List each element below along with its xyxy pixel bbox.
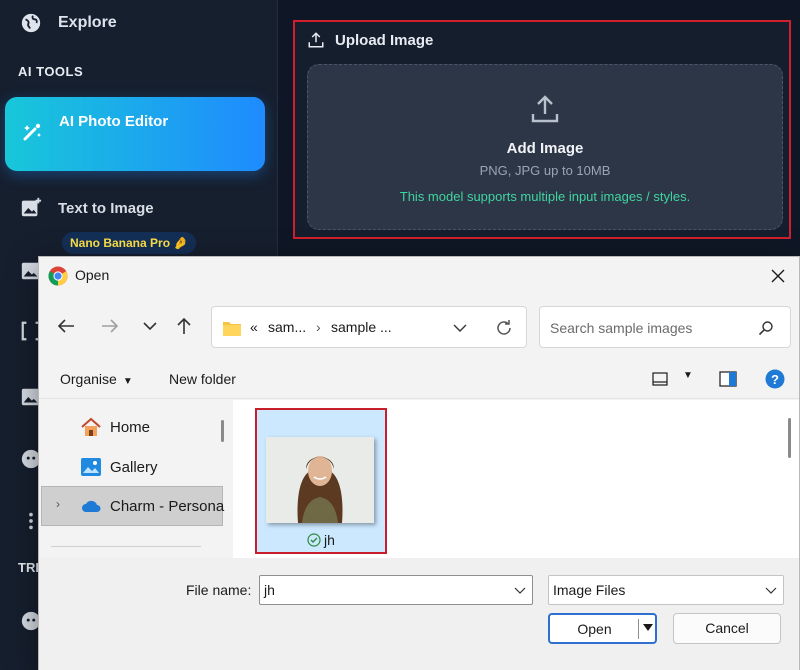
chevron-down-icon[interactable] [514, 584, 526, 596]
file-name: jh [324, 532, 335, 548]
address-segment[interactable]: sam... [268, 319, 306, 335]
cloud-icon [82, 500, 101, 512]
search-icon [758, 321, 773, 336]
nav-item-home[interactable]: Home [80, 416, 150, 438]
address-segment[interactable]: sample ... [331, 319, 392, 335]
nav-item-label: Charm - Persona [110, 497, 225, 515]
sidebar-item-explore[interactable]: Explore [20, 12, 117, 34]
model-badge: Nano Banana Pro 🤌 [62, 232, 197, 254]
organise-menu[interactable]: Organise ▼ [60, 371, 133, 387]
sync-check-icon [307, 533, 321, 547]
view-mode-icon[interactable] [652, 371, 668, 387]
open-file-dialog: Open « sam... › sample ... Search sample… [38, 256, 800, 670]
caret-down-icon[interactable]: ▼ [683, 370, 693, 381]
gallery-icon [81, 458, 101, 476]
chevron-down-icon[interactable] [139, 315, 161, 337]
sidebar-item-label: Explore [58, 14, 117, 31]
caret-down-icon: ▼ [122, 376, 133, 387]
new-folder-button[interactable]: New folder [169, 371, 236, 387]
help-icon[interactable]: ? [765, 369, 785, 389]
onedrive-entry: Charm - Persona [80, 495, 224, 517]
nav-item-label: Home [110, 418, 151, 436]
file-tile-selected[interactable]: jh [255, 408, 387, 554]
file-name-field-label: File name: [186, 582, 252, 598]
command-bar: Organise ▼ New folder ▼ ? [39, 359, 799, 399]
split-divider [638, 619, 639, 639]
upload-icon [531, 95, 559, 123]
svg-text:?: ? [771, 372, 779, 387]
address-bar[interactable]: « sam... › sample ... [211, 306, 527, 348]
nav-scrollbar[interactable] [221, 420, 224, 442]
add-image-label: Add Image [506, 140, 584, 157]
upload-icon [308, 32, 324, 48]
upload-header: Upload Image [307, 31, 433, 49]
forward-arrow-icon[interactable] [99, 315, 121, 337]
model-note: This model supports multiple input image… [399, 189, 691, 204]
preview-pane-icon[interactable] [719, 371, 737, 387]
format-hint: PNG, JPG up to 10MB [479, 163, 611, 178]
home-icon [81, 417, 101, 436]
folder-icon [223, 322, 241, 336]
search-placeholder: Search sample images [550, 320, 693, 336]
chevron-down-icon [765, 587, 777, 594]
caret-down-icon[interactable] [643, 624, 653, 632]
dialog-footer: File name: jh Image Files Open Cancel [39, 558, 799, 670]
nav-divider [51, 546, 201, 547]
image-dropzone[interactable]: Add Image PNG, JPG up to 10MB This model… [307, 64, 783, 230]
nav-item-gallery[interactable]: Gallery [80, 456, 158, 478]
file-list-pane: jh [233, 400, 799, 558]
upload-title: Upload Image [335, 31, 434, 49]
sidebar-item-ai-photo-editor[interactable]: AI Photo Editor Nano Banana Pro 🤌 [5, 97, 265, 254]
organise-label: Organise [60, 371, 117, 387]
nav-item-label: Gallery [110, 458, 158, 476]
search-input[interactable]: Search sample images [539, 306, 791, 348]
file-type-value: Image Files [553, 582, 626, 598]
chrome-icon [48, 266, 68, 286]
section-heading-ai-tools: AI TOOLS [18, 64, 84, 79]
navigation-bar: « sam... › sample ... Search sample imag… [39, 297, 799, 359]
portrait-photo [266, 437, 374, 523]
file-type-select[interactable]: Image Files [548, 575, 784, 605]
nav-item-onedrive[interactable]: › Charm - Persona [41, 486, 224, 526]
open-button-label: Open [577, 621, 612, 637]
file-name-label: jh [257, 532, 385, 548]
close-icon[interactable] [765, 263, 791, 289]
refresh-icon[interactable] [494, 318, 514, 338]
file-name-input[interactable]: jh [259, 575, 533, 605]
magic-wand-icon [23, 123, 41, 141]
address-overflow[interactable]: « [250, 319, 258, 335]
back-arrow-icon[interactable] [55, 315, 77, 337]
file-scrollbar[interactable] [788, 418, 791, 458]
open-button[interactable]: Open [548, 613, 657, 644]
file-thumbnail [266, 437, 374, 523]
sidebar-item-text-to-image[interactable]: Text to Image [20, 197, 154, 219]
expand-chevron-icon[interactable]: › [56, 497, 60, 511]
image-plus-icon [21, 197, 42, 217]
sidebar-item-label: Text to Image [58, 199, 154, 217]
breadcrumb-separator: › [316, 319, 321, 335]
dialog-title-bar: Open [39, 257, 799, 295]
cancel-button[interactable]: Cancel [673, 613, 781, 644]
chevron-down-icon[interactable] [452, 320, 468, 336]
globe-icon [21, 13, 41, 33]
navigation-pane: Home Gallery › Charm - Persona [39, 400, 233, 558]
upload-image-panel: Upload Image Add Image PNG, JPG up to 10… [293, 20, 791, 239]
dialog-title: Open [75, 267, 110, 283]
file-name-value: jh [264, 582, 275, 598]
up-arrow-icon[interactable] [173, 315, 195, 337]
sidebar-item-label: AI Photo Editor [59, 113, 169, 130]
